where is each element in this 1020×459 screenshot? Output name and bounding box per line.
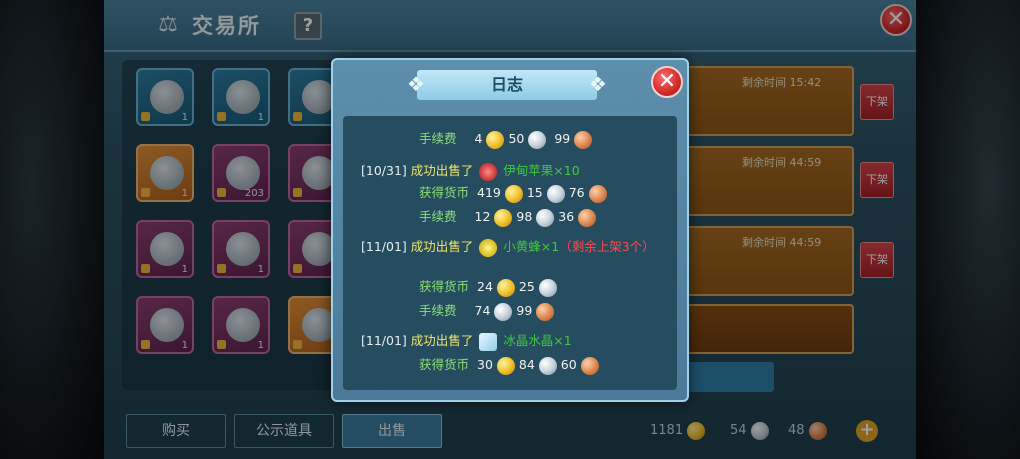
log-entry-header: [11/01] 成功出售了 小黄蜂×1（剩余上架3个） [361, 238, 655, 257]
dialog-title: 日志 [490, 75, 523, 94]
log-earn-line: 获得货币 419 15 76 [419, 184, 607, 203]
gold-coin-icon [496, 278, 515, 297]
bronze-coin-icon [536, 302, 555, 321]
gold-coin-icon [486, 130, 505, 149]
log-fee-line: 手续费 12 98 36 [419, 208, 597, 227]
bronze-coin-icon [588, 184, 607, 203]
log-fee-line: 手续费 4 50 99 [419, 130, 593, 149]
silver-coin-icon [528, 130, 547, 149]
gold-coin-icon [496, 356, 515, 375]
log-entry-header: [11/01] 成功出售了 冰晶水晶×1 [361, 332, 572, 351]
log-earn-line: 获得货币 30 84 60 [419, 356, 599, 375]
log-dialog: ❖ ❖ 日志 ✕ 手续费 4 50 99 [10/31] 成功出售了 伊甸苹果×1… [331, 58, 689, 402]
silver-coin-icon [494, 302, 513, 321]
log-entry-header: [10/31] 成功出售了 伊甸苹果×10 [361, 162, 580, 181]
silver-coin-icon [546, 184, 565, 203]
ice-crystal-item-icon [479, 332, 498, 351]
log-fee-line: 手续费 74 99 [419, 302, 555, 321]
log-list[interactable]: 手续费 4 50 99 [10/31] 成功出售了 伊甸苹果×10 获得货币 41… [343, 116, 677, 390]
dialog-close-button[interactable]: ✕ [651, 66, 683, 98]
log-earn-line: 获得货币 24 25 [419, 278, 557, 297]
bronze-coin-icon [580, 356, 599, 375]
bronze-coin-icon [574, 130, 593, 149]
apple-item-icon [479, 162, 498, 181]
bee-item-icon [479, 238, 498, 257]
silver-coin-icon [536, 208, 555, 227]
silver-coin-icon [538, 356, 557, 375]
bronze-coin-icon [578, 208, 597, 227]
gold-coin-icon [504, 184, 523, 203]
gold-coin-icon [494, 208, 513, 227]
silver-coin-icon [538, 278, 557, 297]
